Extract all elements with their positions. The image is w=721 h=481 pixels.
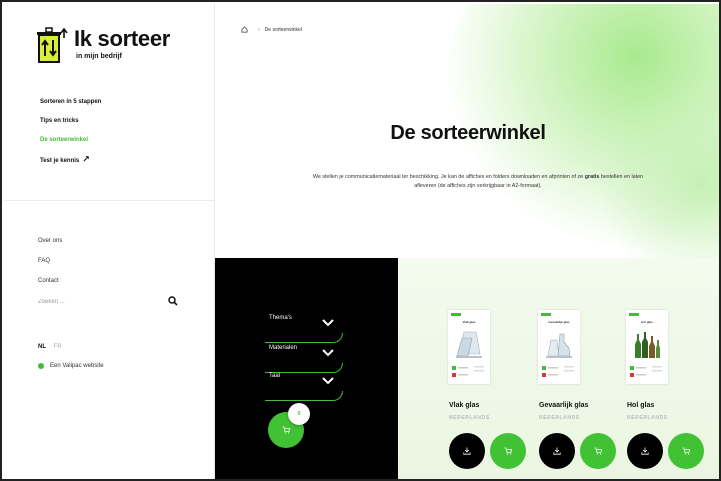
search-input[interactable]	[38, 296, 158, 308]
product-language: NEDERLANDS	[539, 415, 580, 421]
product-card: Hol glas Hol glas NEDERLANDS	[626, 310, 704, 479]
lang-fr[interactable]: FR	[54, 344, 62, 350]
filter-themas[interactable]: Thema's	[265, 313, 345, 343]
chevron-down-icon	[322, 349, 334, 357]
cart-icon	[504, 447, 512, 455]
cart-count-badge[interactable]: 0	[288, 403, 310, 425]
poster-footer-graphic	[542, 366, 574, 377]
hero-gradient-secondary	[591, 84, 719, 258]
download-button[interactable]	[627, 433, 663, 469]
filter-materialen[interactable]: Materialen	[265, 343, 345, 373]
product-poster[interactable]: Gevaarlijk glas	[538, 310, 580, 384]
sidebar-divider	[4, 200, 215, 201]
nav-item-test-kennis-label: Test je kennis	[40, 158, 80, 164]
arrow-up-right-icon: ↗	[82, 154, 90, 164]
valipac-logo-icon	[38, 363, 44, 369]
poster-footer-graphic	[452, 366, 484, 377]
filter-materialen-label: Materialen	[269, 345, 298, 351]
valipac-link[interactable]: Een Valipac website	[38, 363, 104, 369]
product-name: Gevaarlijk glas	[539, 402, 589, 409]
poster-title: Vlak glas	[462, 320, 476, 324]
nav-item-sorteren[interactable]: Sorteren in 5 stappen	[40, 96, 101, 115]
primary-nav: Sorteren in 5 stappen Tips en tricks De …	[40, 96, 101, 172]
product-card: Vlak glas Vlak glas NEDERLANDS	[448, 310, 526, 479]
product-name: Vlak glas	[449, 402, 480, 409]
filter-taal-label: Taal	[269, 373, 281, 379]
filter-underline	[265, 333, 343, 343]
hero: › De sorteerwinkel De sorteerwinkel We s…	[215, 4, 719, 258]
breadcrumb-separator: ›	[258, 26, 260, 33]
secondary-nav: Over ons FAQ Contact	[38, 236, 62, 296]
filter-themas-label: Thema's	[269, 315, 292, 321]
filter-taal[interactable]: Taal	[265, 371, 345, 401]
poster-footer-graphic	[630, 366, 662, 377]
poster-logo	[541, 313, 551, 316]
breadcrumb-current: De sorteerwinkel	[264, 26, 302, 33]
download-button[interactable]	[449, 433, 485, 469]
site-logo[interactable]: Ik sorteer in mijn bedrijf	[36, 26, 186, 66]
hero-description: We stellen je communicatiemateriaal ter …	[308, 173, 648, 191]
product-language: NEDERLANDS	[627, 415, 668, 421]
sidebar: Ik sorteer in mijn bedrijf Sorteren in 5…	[4, 4, 215, 479]
add-to-cart-button[interactable]	[580, 433, 616, 469]
poster-title: Hol glas	[641, 320, 653, 324]
poster-logo	[629, 313, 639, 316]
cart-icon	[682, 447, 690, 455]
filter-panel: Thema's Materialen Taal 0	[215, 258, 398, 479]
product-card: Gevaarlijk glas Gevaarlijk glas NEDERLAN…	[538, 310, 616, 479]
product-poster[interactable]: Hol glas	[626, 310, 668, 384]
nav-item-test-kennis[interactable]: Test je kennis ↗	[40, 153, 101, 172]
add-to-cart-button[interactable]	[668, 433, 704, 469]
search-box	[38, 296, 180, 308]
filter-underline	[265, 391, 343, 401]
search-icon[interactable]	[168, 296, 178, 306]
chevron-down-icon	[322, 377, 334, 385]
lang-nl[interactable]: NL	[38, 344, 46, 350]
cart-icon	[594, 447, 602, 455]
hero-text-bold: gratis	[584, 174, 600, 180]
nav-item-over-ons[interactable]: Over ons	[38, 236, 62, 256]
download-icon	[553, 447, 561, 455]
brand-subtitle: in mijn bedrijf	[76, 53, 122, 60]
breadcrumb: › De sorteerwinkel	[241, 26, 302, 33]
add-to-cart-button[interactable]	[490, 433, 526, 469]
nav-item-sorteerwinkel[interactable]: De sorteerwinkel	[40, 134, 101, 153]
product-name: Hol glas	[627, 402, 655, 409]
nav-item-contact[interactable]: Contact	[38, 276, 62, 296]
hazardous-glass-illustration	[546, 333, 572, 358]
download-icon	[641, 447, 649, 455]
nav-item-faq[interactable]: FAQ	[38, 256, 62, 276]
product-grid: Vlak glas Vlak glas NEDERLANDS Gevaarlij…	[398, 258, 719, 479]
cart-icon	[282, 426, 290, 434]
download-icon	[463, 447, 471, 455]
download-button[interactable]	[539, 433, 575, 469]
product-poster[interactable]: Vlak glas	[448, 310, 490, 384]
brand-title: Ik sorteer	[74, 26, 171, 51]
chevron-down-icon	[322, 319, 334, 327]
language-switcher: NL FR	[38, 344, 62, 350]
home-icon[interactable]	[241, 26, 248, 33]
poster-logo	[451, 313, 461, 316]
page-title: De sorteerwinkel	[390, 122, 546, 144]
page-frame: Ik sorteer in mijn bedrijf Sorteren in 5…	[0, 0, 721, 481]
recycle-bin-icon	[37, 27, 68, 63]
flat-glass-illustration	[456, 331, 482, 358]
hero-text-before: We stellen je communicatiemateriaal ter …	[312, 174, 585, 180]
nav-item-tips[interactable]: Tips en tricks	[40, 115, 101, 134]
poster-title: Gevaarlijk glas	[548, 320, 570, 324]
bottles-illustration	[635, 332, 660, 358]
product-language: NEDERLANDS	[449, 415, 490, 421]
valipac-label: Een Valipac website	[50, 363, 104, 369]
